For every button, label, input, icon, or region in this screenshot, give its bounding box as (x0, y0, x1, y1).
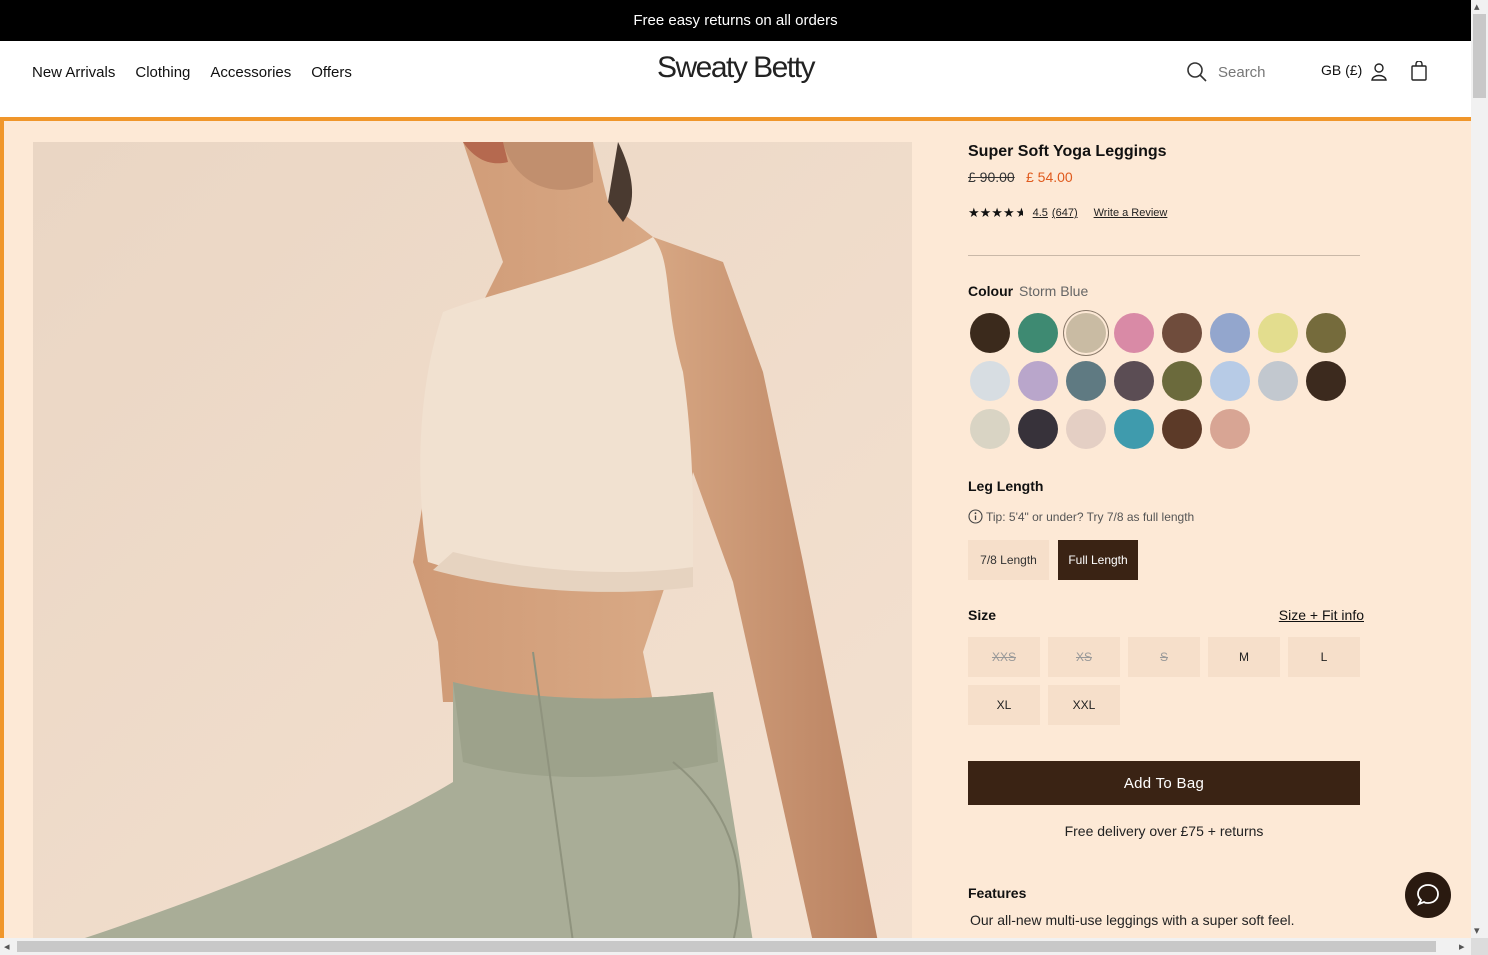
colour-swatch-brown-stripe[interactable] (1306, 361, 1346, 401)
colour-swatch-teal-marble[interactable] (1114, 409, 1154, 449)
search-box[interactable]: Search (1186, 61, 1266, 83)
colour-swatch-periwinkle[interactable] (1210, 313, 1250, 353)
colour-swatch-grey-ombre[interactable] (1066, 361, 1106, 401)
divider (968, 255, 1360, 256)
info-icon (968, 509, 983, 524)
colour-swatch-dark-brown[interactable] (970, 313, 1010, 353)
account-icon[interactable] (1370, 62, 1388, 82)
vertical-scroll-thumb[interactable] (1473, 14, 1486, 98)
colour-swatch-blush-ombre[interactable] (1066, 409, 1106, 449)
colour-label: Colour (968, 283, 1014, 299)
product-section: Super Soft Yoga Leggings £ 90.00 £ 54.00… (0, 117, 1471, 938)
scroll-up-icon[interactable]: ▴ (1474, 0, 1480, 13)
colour-swatch-forest-print[interactable] (1162, 361, 1202, 401)
size-fit-link[interactable]: Size + Fit info (1279, 607, 1364, 623)
length-full-button[interactable]: Full Length (1058, 540, 1138, 580)
colour-swatch-chocolate-print[interactable] (1162, 409, 1202, 449)
star-rating-icon: ★★★★★ (968, 205, 1023, 220)
write-review-link[interactable]: Write a Review (1094, 207, 1168, 219)
features-text: Our all-new multi-use leggings with a su… (970, 912, 1295, 928)
colour-swatch-lemon[interactable] (1258, 313, 1298, 353)
colour-swatch-stone[interactable] (1066, 313, 1106, 353)
sale-price: £ 54.00 (1026, 169, 1073, 185)
chat-icon (1417, 884, 1439, 906)
scrollbar-corner (1471, 938, 1488, 955)
colour-swatch-silver-sparkle[interactable] (1258, 361, 1298, 401)
length-tip: Tip: 5'4" or under? Try 7/8 as full leng… (968, 509, 1194, 524)
colour-value: Storm Blue (1019, 283, 1089, 299)
original-price: £ 90.00 (968, 169, 1015, 185)
colour-swatch-rose[interactable] (1210, 409, 1250, 449)
delivery-note: Free delivery over £75 + returns (1064, 823, 1264, 839)
announcement-bar: Free easy returns on all orders (0, 0, 1471, 41)
colour-swatch-pink-print[interactable] (1114, 313, 1154, 353)
rating-row: ★★★★★ 4.5 (647) Write a Review (968, 205, 1167, 221)
size-option-s[interactable]: S (1128, 637, 1200, 677)
rating-value[interactable]: 4.5 (1033, 207, 1048, 219)
horizontal-scroll-thumb[interactable] (17, 941, 1436, 952)
colour-swatch-blue-tie-dye[interactable] (1210, 361, 1250, 401)
review-count[interactable]: (647) (1052, 207, 1078, 219)
colour-swatch-floral-print[interactable] (970, 409, 1010, 449)
scroll-down-icon[interactable]: ▾ (1474, 924, 1480, 937)
scroll-right-icon[interactable]: ▸ (1459, 940, 1465, 953)
announcement-text: Free easy returns on all orders (633, 12, 838, 29)
colour-swatch-grey-stripe[interactable] (970, 361, 1010, 401)
tip-text: Tip: 5'4" or under? Try 7/8 as full leng… (986, 509, 1195, 524)
colour-swatch-dark-dash[interactable] (1018, 409, 1058, 449)
vertical-scrollbar[interactable] (1471, 0, 1488, 938)
length-7-8-button[interactable]: 7/8 Length (968, 540, 1049, 580)
search-icon (1187, 62, 1207, 82)
site-header: New Arrivals Clothing Accessories Offers… (0, 41, 1471, 117)
features-heading: Features (968, 885, 1027, 901)
colour-swatch-dark-print[interactable] (1114, 361, 1154, 401)
size-label: Size (968, 607, 997, 623)
colour-swatch-olive-stripe[interactable] (1306, 313, 1346, 353)
size-option-xxs[interactable]: XXS (968, 637, 1040, 677)
chat-button[interactable] (1405, 872, 1451, 918)
product-image[interactable] (33, 142, 912, 938)
size-option-xs[interactable]: XS (1048, 637, 1120, 677)
colour-swatch-leopard[interactable] (1018, 361, 1058, 401)
bag-icon[interactable] (1410, 61, 1428, 81)
scroll-left-icon[interactable]: ◂ (4, 940, 10, 953)
leg-length-label: Leg Length (968, 478, 1044, 494)
search-placeholder: Search (1218, 63, 1266, 81)
model-illustration (33, 142, 912, 938)
region-selector[interactable]: GB (£) (1321, 62, 1362, 78)
colour-swatch-green[interactable] (1018, 313, 1058, 353)
size-option-xl[interactable]: XL (968, 685, 1040, 725)
size-option-xxl[interactable]: XXL (1048, 685, 1120, 725)
product-title: Super Soft Yoga Leggings (968, 143, 1167, 160)
colour-swatch-brown[interactable] (1162, 313, 1202, 353)
size-option-l[interactable]: L (1288, 637, 1360, 677)
size-option-m[interactable]: M (1208, 637, 1280, 677)
add-to-bag-button[interactable]: Add To Bag (968, 761, 1360, 805)
